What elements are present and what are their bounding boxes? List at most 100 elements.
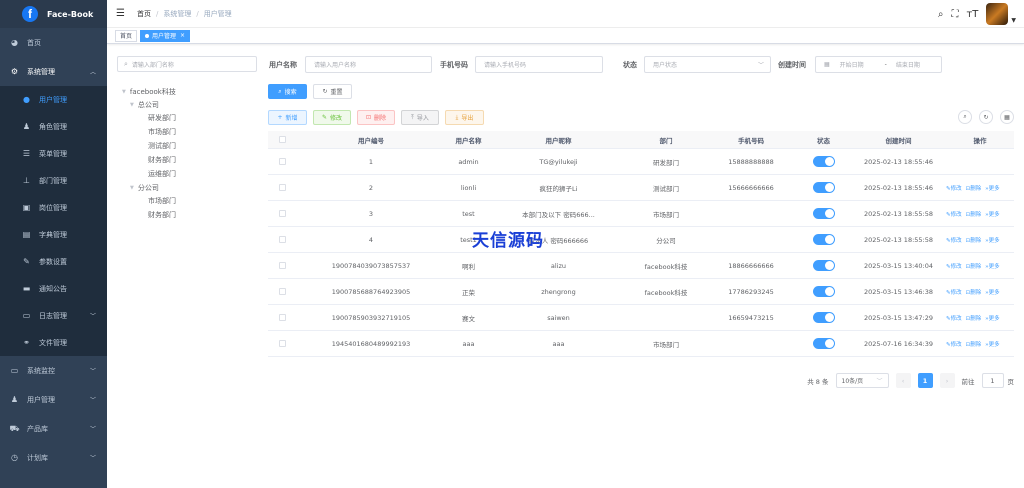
columns-icon[interactable]: ▦ (1000, 110, 1014, 124)
sidebar-item-monitor[interactable]: ▭ 系统监控 ﹀ (0, 356, 107, 385)
sidebar-item-plans[interactable]: ◷ 计划库 ﹀ (0, 443, 107, 472)
row-edit-button[interactable]: ✎修改 (946, 288, 962, 296)
dept-search-input[interactable]: ⌕ 请输入部门名称 (117, 56, 257, 72)
tag-user-manage[interactable]: 用户管理 × (140, 29, 191, 42)
row-checkbox[interactable] (278, 340, 286, 347)
status-switch[interactable] (812, 208, 835, 219)
row-edit-button[interactable]: ✎修改 (946, 184, 962, 192)
hamburger-icon[interactable]: ☰ (116, 8, 125, 19)
breadcrumb-item[interactable]: 首页 (137, 9, 151, 19)
row-more-button[interactable]: »更多 (985, 262, 999, 270)
row-edit-button[interactable]: ✎修改 (946, 210, 962, 218)
row-delete-button[interactable]: ⊡删除 (966, 184, 982, 192)
page-size-select[interactable]: 10条/页 ﹀ (835, 373, 889, 388)
row-delete-button[interactable]: ⊡删除 (966, 340, 982, 348)
sidebar-item-config[interactable]: ✎ 参数设置 (0, 248, 107, 275)
select-all-checkbox[interactable] (278, 136, 286, 143)
row-delete-button[interactable]: ⊡删除 (966, 236, 982, 244)
export-button[interactable]: ⤓ 导出 (445, 110, 484, 125)
delete-button[interactable]: ⊡ 删除 (357, 110, 395, 125)
username-input[interactable]: 请输入用户名称 (305, 56, 432, 73)
row-edit-button[interactable]: ✎修改 (946, 314, 962, 322)
row-checkbox[interactable] (278, 158, 286, 165)
row-delete-button[interactable]: ⊡删除 (966, 314, 982, 322)
sidebar-item-system[interactable]: ⚙ 系统管理 ︿ (0, 57, 107, 86)
status-switch[interactable] (812, 182, 835, 193)
fullscreen-icon[interactable]: ⛶ (951, 9, 958, 20)
row-checkbox[interactable] (278, 288, 286, 295)
tag-home[interactable]: 首页 (115, 29, 138, 42)
table-row[interactable]: 3 test 本部门及以下 密码666... 市场部门 2025-02-13 18:55… (268, 201, 1014, 227)
row-more-button[interactable]: »更多 (985, 210, 999, 218)
tree-node[interactable]: ▼ 总公司 (130, 98, 159, 112)
tree-node[interactable]: 研发部门 (148, 111, 176, 125)
row-checkbox[interactable] (278, 236, 286, 243)
sidebar-item-dict[interactable]: ▤ 字典管理 (0, 221, 107, 248)
reset-button[interactable]: ↻ 重置 (313, 84, 352, 99)
sidebar-item-log[interactable]: ▭ 日志管理 ﹀ (0, 302, 107, 329)
row-checkbox[interactable] (278, 210, 286, 217)
status-switch[interactable] (812, 338, 835, 349)
sidebar-item-user-manage[interactable]: ● 用户管理 (0, 86, 107, 113)
status-select[interactable]: 用户状态 ﹀ (644, 56, 771, 73)
tree-node[interactable]: 财务部门 (148, 208, 176, 222)
search-icon[interactable]: ⌕ (938, 9, 944, 20)
table-row[interactable]: 1900784039073857537 啊利 alizu facebook科技 1886… (268, 253, 1014, 279)
refresh-icon[interactable]: ↻ (979, 110, 993, 124)
logo[interactable]: f Face-Book (0, 0, 107, 28)
next-page-button[interactable]: › (939, 373, 955, 388)
tree-node[interactable]: 市场部门 (148, 125, 176, 139)
close-icon[interactable]: × (180, 32, 185, 39)
sidebar-item-post[interactable]: ▣ 岗位管理 (0, 194, 107, 221)
row-delete-button[interactable]: ⊡删除 (966, 210, 982, 218)
table-row[interactable]: 1900785688764923905 正荣 zhengrong facebook科技… (268, 279, 1014, 305)
add-button[interactable]: + 新增 (268, 110, 307, 125)
tree-node[interactable]: 测试部门 (148, 139, 176, 153)
table-row[interactable]: 4 test1 仅本人 密码666666 分公司 2025-02-13 18:55:58… (268, 227, 1014, 253)
tree-node[interactable]: 财务部门 (148, 153, 176, 167)
row-checkbox[interactable] (278, 262, 286, 269)
sidebar-item-menu[interactable]: ☰ 菜单管理 (0, 140, 107, 167)
import-button[interactable]: ⤒ 导入 (401, 110, 439, 125)
avatar[interactable] (986, 3, 1009, 25)
sidebar-item-file[interactable]: ⚭ 文件管理 (0, 329, 107, 356)
tree-node[interactable]: 运维部门 (148, 167, 176, 181)
caret-down-icon[interactable]: ▼ (1011, 17, 1016, 24)
tree-node[interactable]: ▼ facebook科技 (122, 85, 176, 99)
date-range-picker[interactable]: ▦ 开始日期 - 结束日期 (815, 56, 942, 73)
row-checkbox[interactable] (278, 184, 286, 191)
sidebar-item-home[interactable]: ◕ 首页 (0, 28, 107, 57)
page-number[interactable]: 1 (917, 373, 933, 388)
font-size-icon[interactable]: ᴛT (966, 9, 978, 20)
sidebar-item-role[interactable]: ♟ 角色管理 (0, 113, 107, 140)
row-more-button[interactable]: »更多 (985, 314, 999, 322)
sidebar-item-notice[interactable]: ▬ 通知公告 (0, 275, 107, 302)
row-more-button[interactable]: »更多 (985, 184, 999, 192)
row-edit-button[interactable]: ✎修改 (946, 340, 962, 348)
search-button[interactable]: ⌕ 搜索 (268, 84, 307, 99)
table-row[interactable]: 1900785903932719105 赛文 saiwen 16659473215 20… (268, 305, 1014, 331)
goto-page-input[interactable]: 1 (981, 373, 1004, 388)
sidebar-item-products[interactable]: ⛟ 产品库 ﹀ (0, 414, 107, 443)
row-edit-button[interactable]: ✎修改 (946, 236, 962, 244)
phone-input[interactable]: 请输入手机号码 (475, 56, 603, 73)
prev-page-button[interactable]: ‹ (895, 373, 911, 388)
row-more-button[interactable]: »更多 (985, 340, 999, 348)
edit-button[interactable]: ✎ 修改 (313, 110, 351, 125)
row-edit-button[interactable]: ✎修改 (946, 262, 962, 270)
row-delete-button[interactable]: ⊡删除 (966, 288, 982, 296)
row-more-button[interactable]: »更多 (985, 236, 999, 244)
sidebar-item-dept[interactable]: ⊥ 部门管理 (0, 167, 107, 194)
table-row[interactable]: 1945401680489992193 aaa aaa 市场部门 2025-07-16 … (268, 331, 1014, 357)
sidebar-item-users[interactable]: ♟ 用户管理 ﹀ (0, 385, 107, 414)
status-switch[interactable] (812, 234, 835, 245)
tree-node[interactable]: ▼ 分公司 (130, 181, 159, 195)
toggle-search-icon[interactable]: ⌕ (958, 110, 972, 124)
status-switch[interactable] (812, 286, 835, 297)
table-row[interactable]: 2 lionli 疯狂的狮子Li 测试部门 15666666666 2025-02-13 … (268, 175, 1014, 201)
status-switch[interactable] (812, 312, 835, 323)
row-delete-button[interactable]: ⊡删除 (966, 262, 982, 270)
status-switch[interactable] (812, 156, 835, 167)
table-row[interactable]: 1 admin TG@yilukeji 研发部门 15888888888 2025-02-… (268, 149, 1014, 175)
status-switch[interactable] (812, 260, 835, 271)
